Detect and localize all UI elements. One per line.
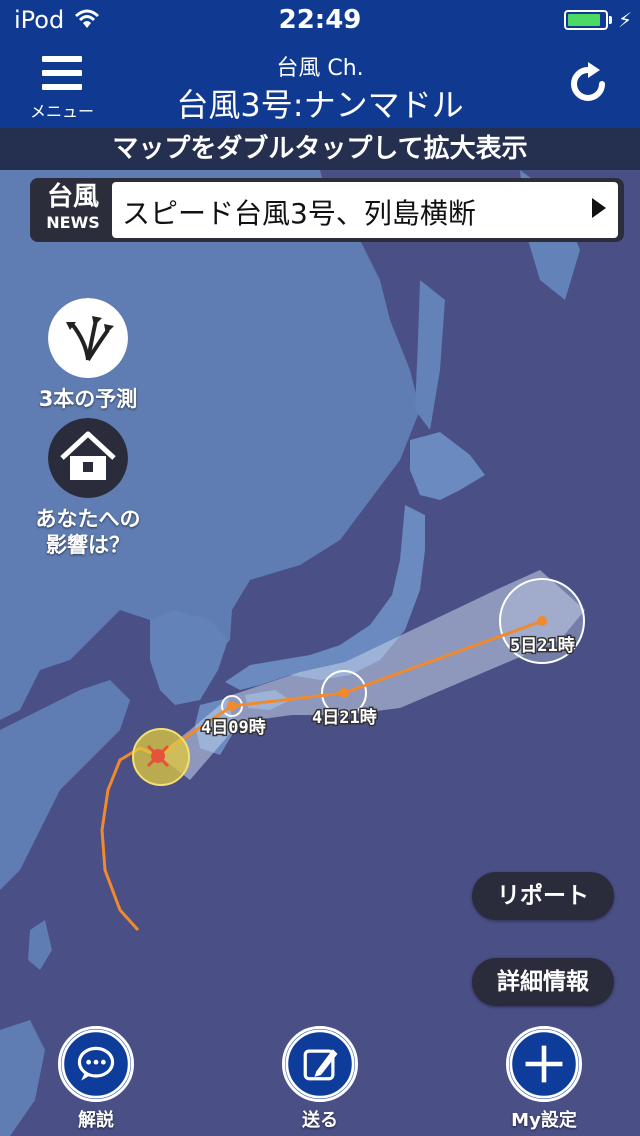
typhoon-app-screen: 4日09時 4日21時 5日21時 iPod 22:49 ⚡ メニュー 台風 C… (0, 0, 640, 1136)
battery-icon (564, 10, 608, 30)
charging-bolt-icon: ⚡ (618, 8, 633, 32)
page-title: 台風3号:ナンマドル (176, 86, 464, 124)
play-arrow-icon (592, 198, 606, 218)
news-badge-kanji: 台風 (46, 182, 99, 212)
three-arrows-icon (48, 298, 128, 378)
news-badge: 台風 NEWS (36, 182, 110, 238)
send-label: 送る (302, 1110, 338, 1131)
clock: 22:49 (278, 5, 362, 35)
three-forecasts-label: 3本の予測 (38, 387, 138, 411)
news-headline-box: スピード台風3号、列島横断 (112, 182, 618, 238)
double-tap-hint: マップをダブルタップして拡大表示 (0, 128, 640, 170)
typhoon-news-banner[interactable]: 台風 NEWS スピード台風3号、列島横断 (30, 178, 624, 242)
news-headline: スピード台風3号、列島横断 (122, 197, 476, 230)
refresh-icon[interactable] (566, 62, 610, 106)
forecast-point-1 (227, 701, 237, 711)
forecast-point-3 (537, 616, 547, 626)
report-button[interactable]: リポート (472, 872, 614, 920)
commentary-label: 解説 (78, 1110, 114, 1131)
nav-bar: メニュー 台風 Ch. 台風3号:ナンマドル (0, 40, 640, 128)
details-button[interactable]: 詳細情報 (472, 958, 614, 1006)
news-badge-en: NEWS (46, 213, 100, 232)
commentary-button[interactable]: 解説 (36, 1026, 156, 1132)
status-bar: iPod 22:49 ⚡ (0, 0, 640, 40)
battery-fill (568, 14, 601, 26)
house-icon (48, 418, 128, 498)
my-settings-label: My設定 (511, 1110, 577, 1131)
typhoon-position-icon (146, 744, 170, 768)
impact-label-line1: あなたへの (35, 507, 141, 531)
forecast-label-1: 4日09時 (201, 717, 266, 738)
speech-bubble-icon (58, 1026, 134, 1102)
edit-pencil-icon (282, 1026, 358, 1102)
impact-label-line2: 影響は？ (46, 533, 130, 557)
my-settings-button[interactable]: My設定 (484, 1026, 604, 1132)
impact-button[interactable]: あなたへの 影響は？ (18, 418, 158, 558)
forecast-label-3: 5日21時 (510, 635, 575, 656)
three-forecasts-button[interactable]: 3本の予測 (18, 298, 158, 412)
battery-tip (609, 16, 612, 24)
plus-icon (506, 1026, 582, 1102)
forecast-label-2: 4日21時 (312, 707, 377, 728)
channel-title: 台風 Ch. (276, 56, 364, 81)
send-button[interactable]: 送る (260, 1026, 380, 1132)
forecast-point-2 (339, 688, 349, 698)
